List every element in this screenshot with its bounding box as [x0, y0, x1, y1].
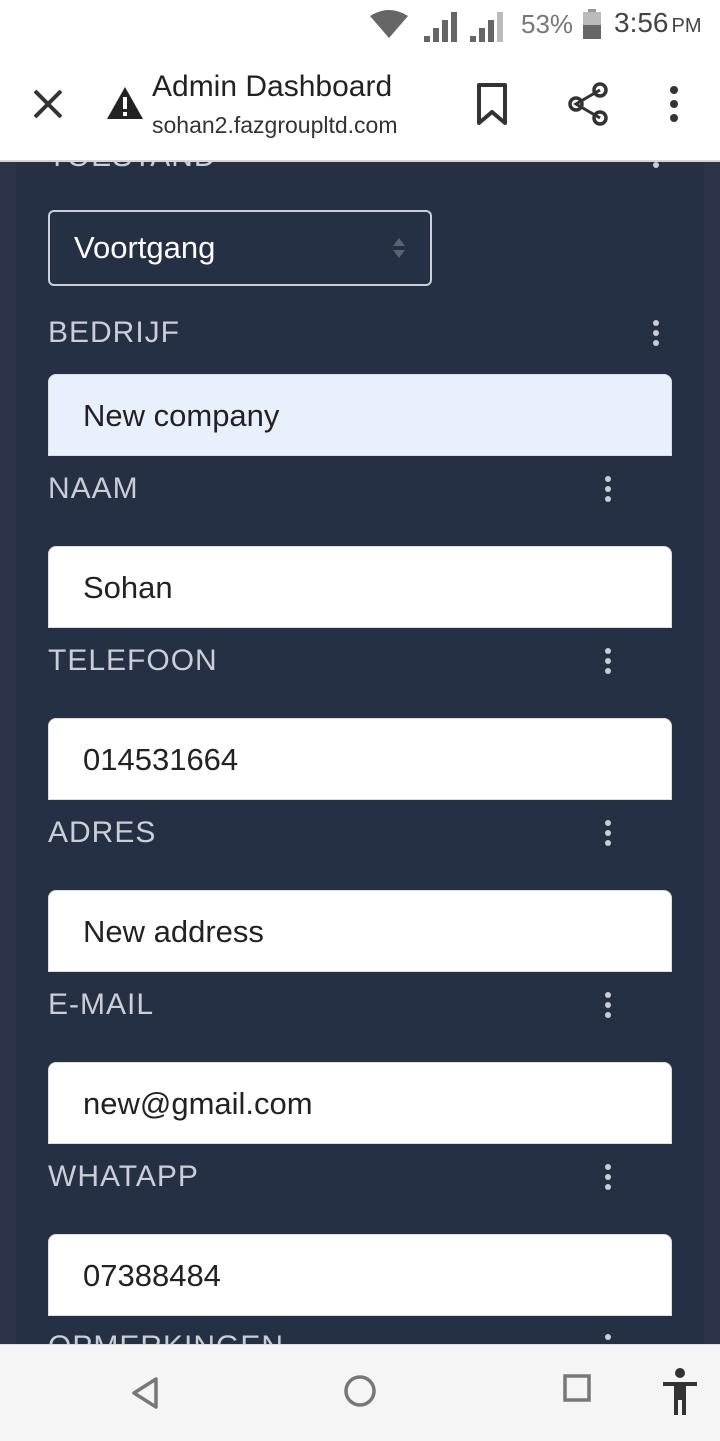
- email-label: E-MAIL: [48, 988, 155, 1021]
- status-label: TOESTAND: [48, 162, 217, 174]
- accessibility-icon[interactable]: [660, 1367, 700, 1417]
- whatsapp-label: WHATAPP: [48, 1160, 199, 1193]
- page-content: TOESTAND Voortgang BEDRIJF New company N…: [0, 162, 720, 1344]
- name-field[interactable]: Sohan: [48, 546, 672, 628]
- more-vert-icon[interactable]: [602, 992, 614, 1022]
- cell-signal-icon: [470, 12, 503, 42]
- page-title: Admin Dashboard: [152, 70, 393, 103]
- more-vert-icon[interactable]: [650, 320, 662, 350]
- bookmark-icon[interactable]: [474, 82, 510, 126]
- clock-time: 3:56: [614, 7, 669, 38]
- back-icon[interactable]: [128, 1373, 162, 1413]
- more-vert-icon[interactable]: [650, 162, 662, 172]
- clock-ampm: PM: [671, 15, 702, 37]
- status-select[interactable]: Voortgang: [48, 210, 432, 286]
- share-icon[interactable]: [566, 82, 610, 126]
- warning-icon[interactable]: [106, 86, 144, 120]
- status-bar: 53% 3:56 PM: [0, 0, 720, 50]
- address-field[interactable]: New address: [48, 890, 672, 972]
- battery-percent: 53%: [521, 9, 574, 39]
- more-vert-icon[interactable]: [602, 1164, 614, 1194]
- system-nav-bar: [0, 1344, 720, 1441]
- recents-icon[interactable]: [563, 1374, 591, 1402]
- remarks-label: OPMERKINGEN: [48, 1330, 284, 1344]
- status-select-value: Voortgang: [74, 230, 216, 265]
- address-label: ADRES: [48, 816, 157, 849]
- more-vert-icon[interactable]: [664, 82, 684, 126]
- more-vert-icon[interactable]: [602, 1334, 614, 1344]
- company-label: BEDRIJF: [48, 316, 181, 349]
- clock: 3:56 PM: [614, 7, 702, 39]
- wifi-icon: [370, 10, 408, 38]
- home-icon[interactable]: [342, 1373, 378, 1409]
- whatsapp-field[interactable]: 07388484: [48, 1234, 672, 1316]
- more-vert-icon[interactable]: [602, 648, 614, 678]
- phone-label: TELEFOON: [48, 644, 218, 677]
- custom-tab-toolbar: Admin Dashboard sohan2.fazgroupltd.com: [0, 50, 720, 162]
- battery-icon: [583, 9, 601, 39]
- more-vert-icon[interactable]: [602, 820, 614, 850]
- page-url[interactable]: sohan2.fazgroupltd.com: [152, 112, 398, 139]
- close-icon[interactable]: [28, 84, 68, 124]
- cell-signal-icon: [424, 12, 457, 42]
- select-arrows-icon: [393, 238, 405, 258]
- more-vert-icon[interactable]: [602, 476, 614, 506]
- company-field[interactable]: New company: [48, 374, 672, 456]
- phone-field[interactable]: 014531664: [48, 718, 672, 800]
- name-label: NAAM: [48, 472, 139, 505]
- email-field[interactable]: new@gmail.com: [48, 1062, 672, 1144]
